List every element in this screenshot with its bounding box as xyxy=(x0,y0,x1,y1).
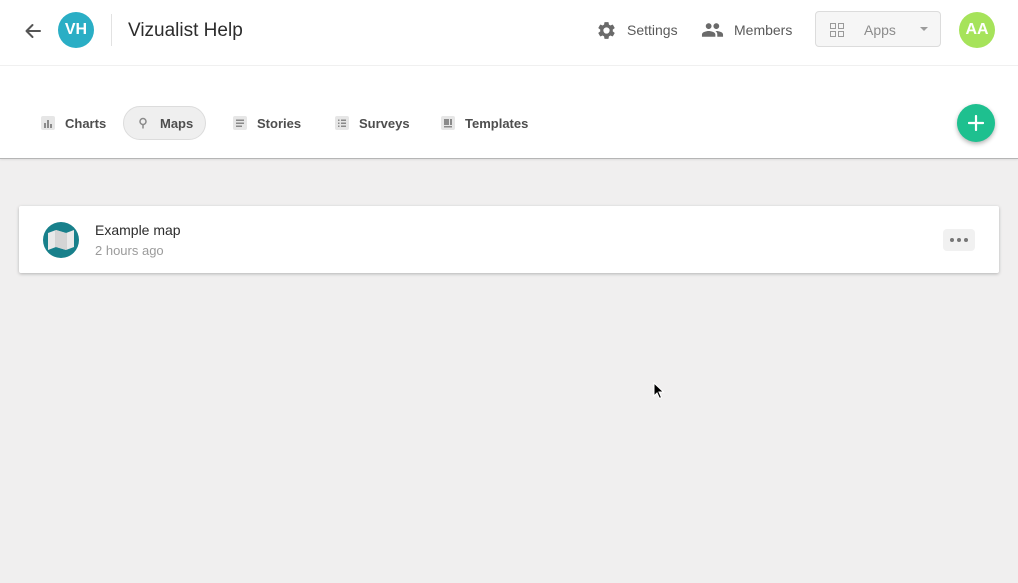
app-header: VH Vizualist Help Settings Members Apps … xyxy=(0,0,1018,159)
map-icon xyxy=(43,222,79,258)
tab-charts[interactable]: Charts xyxy=(28,106,119,140)
chevron-down-icon xyxy=(920,27,928,31)
tab-surveys[interactable]: Surveys xyxy=(322,106,423,140)
tab-templates[interactable]: Templates xyxy=(428,106,541,140)
members-label: Members xyxy=(734,22,793,38)
team-avatar[interactable]: VH xyxy=(58,12,94,48)
people-icon xyxy=(701,23,724,37)
add-button[interactable] xyxy=(957,104,995,142)
more-options-button[interactable] xyxy=(943,229,975,251)
back-arrow-icon[interactable] xyxy=(20,18,46,44)
apps-dropdown[interactable]: Apps xyxy=(815,11,941,47)
tab-label: Surveys xyxy=(359,115,410,131)
bar-chart-icon xyxy=(41,116,55,130)
template-icon xyxy=(441,116,455,130)
mouse-cursor-icon xyxy=(653,382,665,400)
tab-label: Stories xyxy=(257,115,302,131)
plus-icon xyxy=(968,115,984,131)
team-initials: VH xyxy=(64,21,88,38)
tab-label: Maps xyxy=(160,115,194,131)
members-button[interactable]: Members xyxy=(701,18,792,42)
header-divider xyxy=(0,65,1018,66)
tab-label: Charts xyxy=(65,115,107,131)
item-timestamp: 2 hours ago xyxy=(95,243,164,258)
document-icon xyxy=(233,116,247,130)
team-name: Vizualist Help xyxy=(128,20,243,41)
tab-label: Templates xyxy=(465,115,529,131)
ellipsis-icon xyxy=(950,238,968,242)
list-icon xyxy=(335,116,349,130)
list-item[interactable]: Example map 2 hours ago xyxy=(19,206,999,273)
item-title: Example map xyxy=(95,222,181,238)
settings-label: Settings xyxy=(627,22,678,38)
settings-button[interactable]: Settings xyxy=(596,18,678,42)
apps-label: Apps xyxy=(864,22,896,38)
tab-stories[interactable]: Stories xyxy=(220,106,314,140)
tab-maps[interactable]: Maps xyxy=(123,106,207,140)
user-initials: AA xyxy=(965,21,989,38)
grid-icon xyxy=(830,23,844,37)
gear-icon xyxy=(598,21,615,39)
header-separator xyxy=(111,14,112,46)
map-pin-icon xyxy=(139,117,147,129)
user-avatar[interactable]: AA xyxy=(959,12,995,48)
